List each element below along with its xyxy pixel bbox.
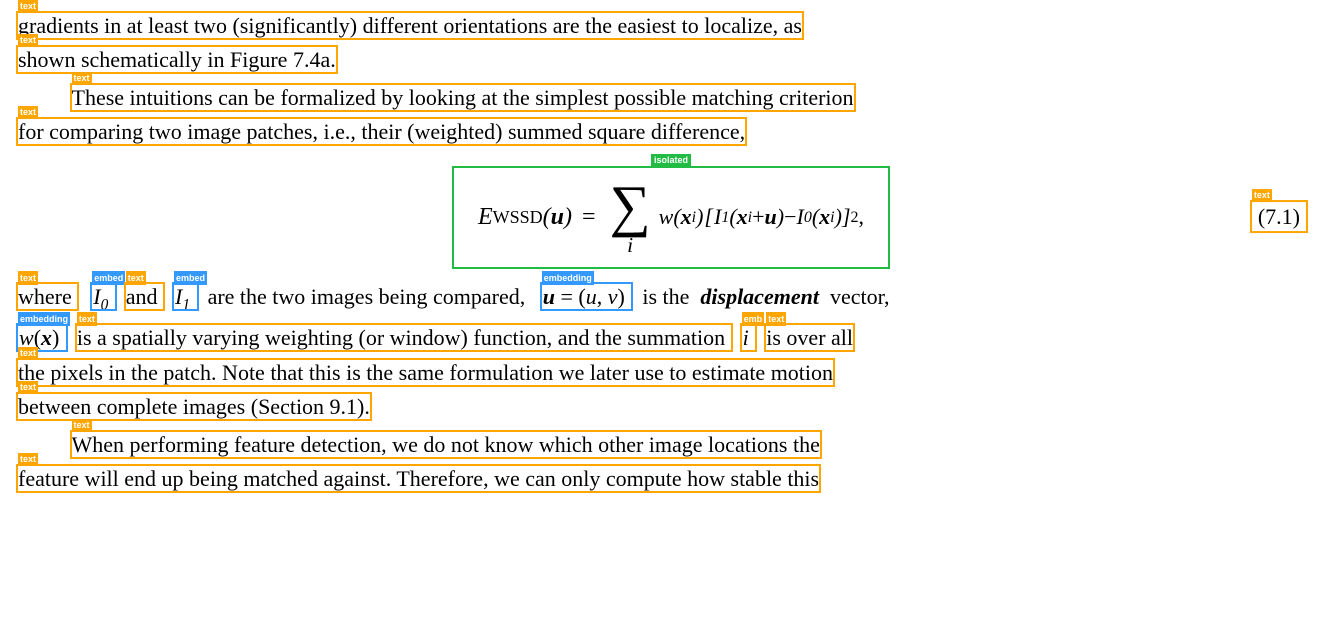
line1-text: gradients in at least two (significantly… [18, 13, 802, 38]
when-text-ann: text When performing feature detection, … [72, 432, 820, 457]
text-annotation-line3: text These intuitions can be formalized … [72, 85, 854, 110]
i-embedding: emb i [742, 325, 756, 350]
between-text: between complete images (Section 9.1). [18, 394, 370, 419]
equation-number: text (7.1) [1252, 201, 1306, 233]
main-content: text gradients in at least two (signific… [18, 10, 1324, 495]
displacement-text: displacement [700, 284, 819, 309]
text-annotation-line2: text shown schematically in Figure 7.4a. [18, 47, 336, 72]
feature-text: feature will end up being matched agains… [18, 466, 819, 491]
u-eq-embedding: embedding u = (u, v) [542, 284, 632, 309]
line2-text: shown schematically in Figure 7.4a. [18, 47, 336, 72]
are-the-two-text: are the two images being compared, [208, 284, 526, 309]
pixels-text: the pixels in the patch. Note that this … [18, 360, 833, 385]
sigma-symbol: ∑ i [610, 178, 651, 257]
spatially-text-ann: text is a spatially varying weighting (o… [77, 325, 731, 350]
is-the-text: is the [642, 284, 689, 309]
line3-text: These intuitions can be formalized by lo… [72, 85, 854, 110]
feature-text-ann: text feature will end up being matched a… [18, 466, 819, 491]
where-text: where [18, 284, 72, 309]
line4-text: for comparing two image patches, i.e., t… [18, 119, 745, 144]
isolated-label: isolated [651, 154, 691, 167]
is-over-all-text-ann: text is over all [766, 325, 853, 350]
eq-number-box: text (7.1) [1252, 202, 1306, 231]
is-over-all-text: is over all [766, 325, 853, 350]
equation-row: isolated EWSSD(u) = ∑ i w(xi) [ I1 (xi +… [18, 166, 1324, 269]
I0-embedding: embed I0 [92, 284, 115, 309]
eq-number-text: (7.1) [1258, 204, 1300, 229]
vector-text: vector, [830, 284, 890, 309]
when-text: When performing feature detection, we do… [72, 432, 820, 457]
between-text-ann: text between complete images (Section 9.… [18, 394, 370, 419]
text-annotation-line4: text for comparing two image patches, i.… [18, 119, 745, 144]
and-text-ann: text and [126, 284, 163, 309]
where-text-ann: text where [18, 284, 77, 309]
pixels-text-ann: text the pixels in the patch. Note that … [18, 360, 833, 385]
I1-embedding: embed I1 [174, 284, 197, 309]
text-annotation-line1: text gradients in at least two (signific… [18, 13, 802, 38]
equation-box: isolated EWSSD(u) = ∑ i w(xi) [ I1 (xi +… [452, 166, 890, 269]
